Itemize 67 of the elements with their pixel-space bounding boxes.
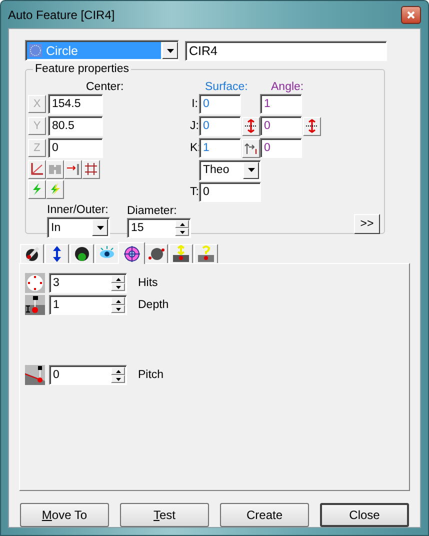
tab[interactable] — [20, 244, 44, 263]
dialog-button[interactable]: Close — [320, 503, 409, 527]
target-icon — [122, 244, 140, 262]
parameter-label: Depth — [138, 299, 169, 311]
window-title: Auto Feature [CIR4] — [8, 8, 116, 22]
close-button[interactable] — [401, 6, 421, 24]
hits-icon — [25, 273, 45, 293]
angle-field[interactable]: 1 — [260, 94, 302, 114]
double-lightning-icon[interactable] — [46, 180, 64, 198]
feature-type-value: Circle — [46, 44, 78, 58]
diameter-label: Diameter: — [127, 205, 178, 217]
move-icon — [172, 245, 190, 263]
inner-outer-dropdown[interactable]: In — [47, 217, 110, 238]
group-title: Feature properties — [33, 63, 131, 76]
dropdown-arrow-icon — [166, 48, 174, 52]
center-field[interactable]: 0 — [48, 138, 103, 158]
center-label: Center: — [86, 81, 124, 93]
depth-icon — [25, 295, 45, 315]
parameter-spinner[interactable]: 3 — [49, 273, 127, 293]
feature-id-field[interactable]: CIR4 — [185, 40, 387, 60]
parameter-label: Pitch — [138, 369, 164, 381]
surface-label: Surface: — [205, 81, 249, 93]
center-field[interactable]: 154.5 — [48, 94, 103, 114]
arrow-to-wall-icon[interactable] — [64, 160, 82, 178]
dropdown-arrow-icon — [248, 168, 254, 172]
vector-flip-button[interactable] — [242, 116, 260, 136]
thickness-label: T: — [190, 186, 198, 198]
dialog-button[interactable]: Test — [120, 503, 209, 527]
vector-flip-button[interactable] — [302, 116, 320, 136]
sphere-icon — [73, 245, 91, 263]
close-icon — [407, 10, 415, 18]
thickness-field[interactable]: 0 — [199, 182, 261, 202]
tab[interactable] — [169, 244, 193, 263]
parameter-spinner[interactable]: 0 — [49, 365, 127, 385]
dialog-button[interactable]: Move To — [20, 503, 109, 527]
more-button[interactable]: >> — [354, 214, 380, 234]
arrow-bend-button[interactable] — [242, 138, 260, 158]
angle-field[interactable]: 0 — [260, 138, 302, 158]
center-field[interactable]: 80.5 — [48, 116, 103, 136]
tab[interactable] — [95, 244, 119, 263]
grid-icon[interactable] — [82, 160, 100, 178]
measure-mode-dropdown[interactable]: Theo — [199, 160, 261, 180]
ball-icon — [147, 245, 165, 263]
binoculars-icon[interactable] — [46, 160, 64, 178]
tab[interactable] — [144, 244, 168, 263]
tab[interactable] — [70, 244, 94, 263]
lightning-icon[interactable] — [28, 180, 46, 198]
vector-label: I: — [190, 98, 198, 110]
axes-icon[interactable] — [28, 160, 46, 178]
surface-field[interactable]: 0 — [199, 116, 241, 136]
circle-icon — [29, 44, 42, 57]
surface-field[interactable]: 1 — [199, 138, 241, 158]
surface-field[interactable]: 0 — [199, 94, 241, 114]
tab[interactable] — [118, 242, 145, 264]
pitch-icon — [25, 365, 45, 385]
angle-field[interactable]: 0 — [260, 116, 302, 136]
dialog-button[interactable]: Create — [220, 503, 309, 527]
tab[interactable] — [45, 244, 69, 263]
vector-label: J: — [190, 120, 198, 132]
angle-label: Angle: — [271, 81, 304, 93]
parameter-spinner[interactable]: 1 — [49, 295, 127, 315]
dropdown-arrow-icon — [96, 226, 104, 230]
inner-outer-label: Inner/Outer: — [47, 204, 110, 216]
question-icon — [197, 245, 215, 263]
diameter-spinner[interactable]: 15 — [127, 218, 191, 238]
parameter-label: Hits — [138, 277, 158, 289]
probe-icon — [23, 245, 41, 263]
